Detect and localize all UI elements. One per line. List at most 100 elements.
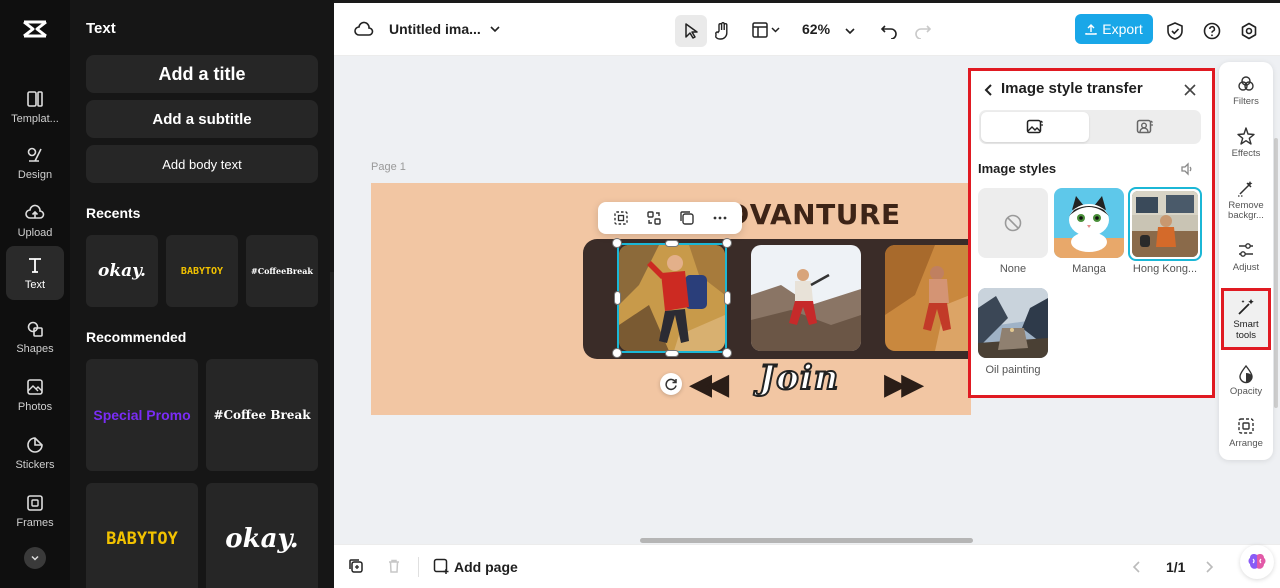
crop-select-icon[interactable] [613,210,629,226]
vertical-scrollbar[interactable] [1274,138,1278,408]
join-text[interactable]: Join [758,357,839,399]
resize-handle-left[interactable] [614,291,621,305]
horizontal-scrollbar[interactable] [640,538,973,543]
duplicate-icon[interactable] [679,210,695,226]
resize-handle-br[interactable] [722,348,732,358]
recommended-text-tile[interactable]: okay. [206,483,318,588]
sound-icon[interactable] [1180,162,1194,176]
add-title-button[interactable]: Add a title [86,55,318,93]
rail-label: Upload [17,227,53,239]
rotate-icon [665,378,677,391]
canvas-photo-climber-3[interactable] [885,245,971,351]
tile-label: BABYTOY [106,529,178,549]
no-style-icon [1004,214,1022,232]
canvas-photo-climber-2[interactable] [751,245,861,351]
rail-item-photos[interactable]: Photos [6,368,64,422]
capcut-logo-icon[interactable] [21,16,49,42]
style-label: Hong Kong... [1132,263,1198,275]
prev-page-icon[interactable] [1132,560,1142,574]
rail-item-frames[interactable]: Frames [6,484,64,538]
rail-item-design[interactable]: Design [6,136,64,190]
add-page-icon[interactable] [433,558,450,575]
ai-assistant-button[interactable] [1240,545,1274,579]
page-label: Page 1 [371,161,406,173]
more-icon[interactable] [712,210,728,226]
resize-handle-bottom[interactable] [665,350,679,357]
tool-arrange[interactable]: Arrange [1219,416,1273,449]
resize-handle-tl[interactable] [612,238,622,248]
select-tool-button[interactable] [675,15,707,47]
export-label: Export [1102,21,1143,37]
selection-box[interactable] [617,243,727,353]
left-rail: Templat... Design Upload Text Shapes Pho… [0,0,70,588]
recommended-text-tile[interactable]: Special Promo [86,359,198,471]
rewind-arrows-icon[interactable]: ◀◀ [689,367,729,402]
remove-background-icon [1238,181,1253,197]
help-button[interactable] [1203,22,1221,40]
image-style-transfer-panel: Image style transfer Image styles None M… [968,68,1215,398]
chevron-down-icon [31,555,39,561]
shield-button[interactable] [1166,21,1184,41]
rotate-button[interactable] [660,373,682,395]
add-body-text-button[interactable]: Add body text [86,145,318,183]
settings-button[interactable] [1240,22,1258,40]
style-card-hong-kong[interactable] [1128,187,1202,261]
rail-item-stickers[interactable]: Stickers [6,426,64,480]
trash-icon[interactable] [386,558,402,574]
resize-handle-right[interactable] [724,291,731,305]
duplicate-page-icon[interactable] [348,558,364,574]
tool-effects[interactable]: Effects [1219,126,1273,159]
tool-smart-tools[interactable]: Smart tools [1221,288,1271,350]
headline-text[interactable]: DVANTURE [726,198,901,231]
next-page-icon[interactable] [1204,560,1214,574]
style-label: Manga [1072,263,1106,275]
forward-arrows-icon[interactable]: ▶▶ [884,367,924,402]
redo-button[interactable] [914,23,932,39]
portrait-style-tab[interactable] [1091,112,1199,142]
rail-more-button[interactable] [24,547,46,569]
zoom-level[interactable]: 62% [802,21,830,37]
close-icon[interactable] [1183,83,1197,97]
hand-tool-button[interactable] [714,21,732,41]
document-title[interactable]: Untitled ima... [389,21,481,37]
resize-handle-top[interactable] [665,240,679,247]
divider [418,557,419,577]
back-arrow-icon[interactable] [983,83,995,97]
tool-label: Arrange [1229,438,1263,449]
layout-button[interactable] [752,22,782,38]
cloud-sync-icon[interactable] [354,20,374,38]
rail-item-upload[interactable]: Upload [6,194,64,248]
image-style-tab[interactable] [981,112,1089,142]
recent-text-tile[interactable]: okay. [86,235,158,307]
tool-adjust[interactable]: Adjust [1219,240,1273,273]
manga-cat-thumbnail [1054,188,1124,258]
export-button[interactable]: Export [1075,14,1153,44]
replace-image-icon[interactable] [646,210,662,226]
rail-item-text[interactable]: Text [6,246,64,300]
style-card-manga[interactable] [1054,188,1124,258]
tool-filters[interactable]: Filters [1219,74,1273,107]
zoom-chevron-down-icon[interactable] [844,25,856,37]
recommended-text-tile[interactable]: #Coffee Break [206,359,318,471]
recent-text-tile[interactable]: #CoffeeBreak [246,235,318,307]
panel-heading: Image style transfer [1001,80,1143,97]
rail-item-shapes[interactable]: Shapes [6,310,64,364]
rail-item-templates[interactable]: Templat... [6,80,64,134]
style-card-none[interactable] [978,188,1048,258]
portrait-style-icon [1136,119,1153,134]
recent-text-tile[interactable]: BABYTOY [166,235,238,307]
tool-remove-background[interactable]: Remove backgr... [1219,178,1273,222]
magic-wand-icon [1238,299,1254,315]
layout-icon [752,22,780,38]
undo-button[interactable] [880,23,898,39]
tool-opacity[interactable]: Opacity [1219,364,1273,397]
resize-handle-tr[interactable] [722,238,732,248]
style-card-oil-painting[interactable] [978,288,1048,358]
add-subtitle-button[interactable]: Add a subtitle [86,100,318,138]
resize-handle-bl[interactable] [612,348,622,358]
chevron-down-icon[interactable] [489,23,501,35]
tool-label: Adjust [1232,262,1260,273]
recommended-text-tile[interactable]: BABYTOY [86,483,198,588]
add-page-button[interactable]: Add page [454,559,518,575]
page-indicator: 1/1 [1166,559,1186,575]
